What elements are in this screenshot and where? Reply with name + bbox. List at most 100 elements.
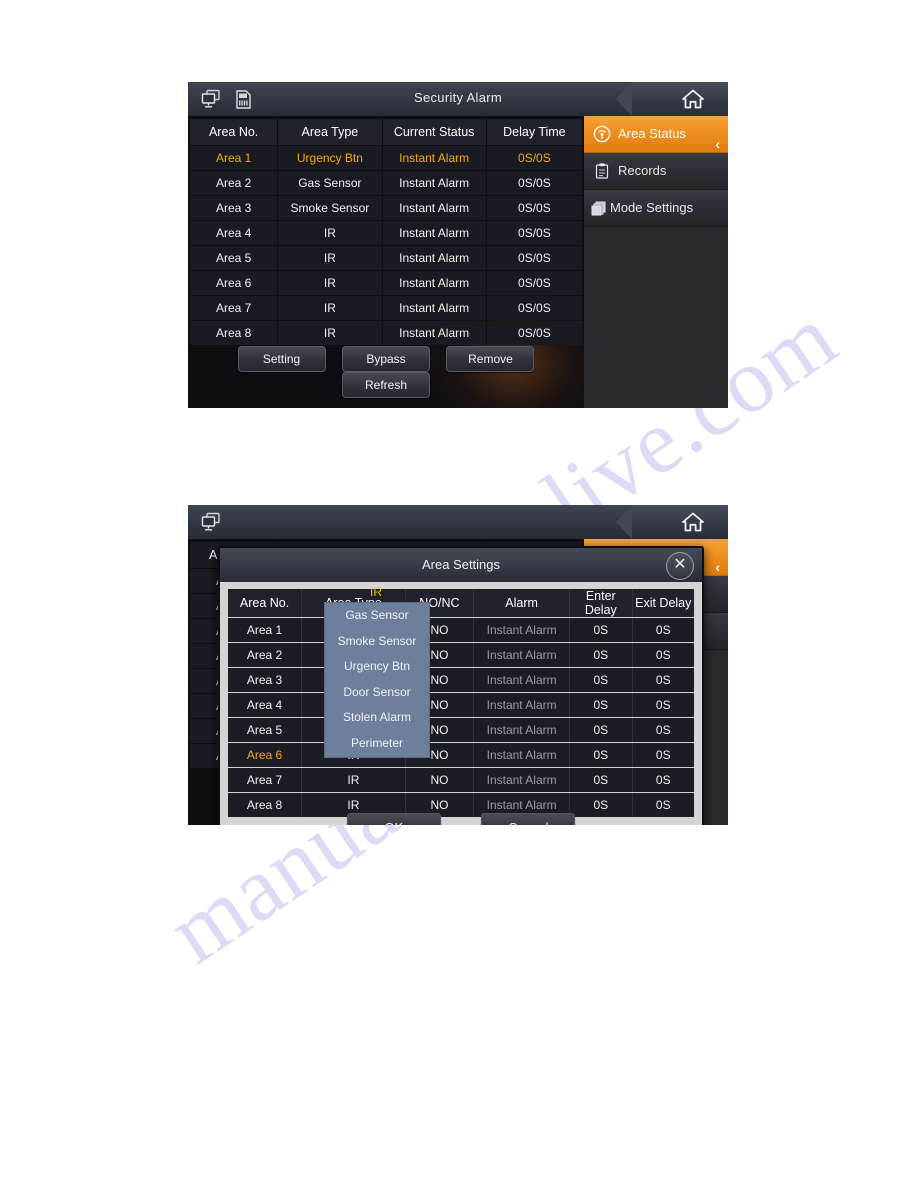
monitor-icon[interactable] <box>200 511 222 533</box>
area-settings-dialog: Area Settings ✕ Area No. Area Type NO/NC… <box>218 546 704 825</box>
cell-area-type: Gas Sensor <box>278 171 383 195</box>
table-row[interactable]: Area 1 IR NO Instant Alarm 0S 0S <box>228 618 694 642</box>
table-row[interactable]: Area 6 IR NO Instant Alarm 0S 0S <box>228 743 694 767</box>
cell-alarm[interactable]: Instant Alarm <box>474 718 571 742</box>
cancel-button[interactable]: Cancel <box>481 813 576 825</box>
cell-alarm[interactable]: Instant Alarm <box>474 643 571 667</box>
sidebar-item-records[interactable]: Records <box>584 153 728 190</box>
area-type-dropdown-value[interactable]: IR <box>324 582 428 602</box>
cell-enter-delay[interactable]: 0S <box>570 718 633 742</box>
cell-delay: 0S/0S <box>486 196 582 220</box>
area-type-dropdown-list: Gas Sensor Smoke Sensor Urgency Btn Door… <box>324 602 430 758</box>
area-table-panel: Area No. Area Type Current Status Delay … <box>188 116 604 408</box>
bypass-button[interactable]: Bypass <box>342 346 430 372</box>
cell-enter-delay[interactable]: 0S <box>570 668 633 692</box>
table-row[interactable]: Area 6 IR Instant Alarm 0S/0S <box>190 271 582 295</box>
dropdown-option[interactable]: Smoke Sensor <box>325 629 429 655</box>
sidebar-item-label: Records <box>618 163 667 178</box>
cell-alarm[interactable]: Instant Alarm <box>474 693 571 717</box>
table-row[interactable]: Area 3 Smoke Sensor Instant Alarm 0S/0S <box>190 196 582 220</box>
cell-area-type: IR <box>278 221 383 245</box>
cell-enter-delay[interactable]: 0S <box>570 618 633 642</box>
header-current-status: Current Status <box>382 119 487 145</box>
cell-alarm[interactable]: Instant Alarm <box>474 618 571 642</box>
cell-exit-delay[interactable]: 0S <box>632 743 694 767</box>
table-row[interactable]: Area 4 IR Instant Alarm 0S/0S <box>190 221 582 245</box>
cell-exit-delay[interactable]: 0S <box>632 618 694 642</box>
cell-area-no: Area 7 <box>190 296 279 320</box>
cell-area-no: Area 4 <box>228 693 303 717</box>
cell-status: Instant Alarm <box>382 171 487 195</box>
cell-area-no: Area 1 <box>190 146 279 170</box>
cell-enter-delay[interactable]: 0S <box>570 643 633 667</box>
sidebar: Area Status ‹ Records Mode Settings <box>584 116 728 408</box>
cell-area-no: Area 8 <box>190 321 279 345</box>
sidebar-item-label: Area Status <box>618 126 686 141</box>
cell-enter-delay[interactable]: 0S <box>570 743 633 767</box>
cell-area-type[interactable]: IR <box>302 768 406 792</box>
cell-area-no: Area 3 <box>190 196 279 220</box>
cell-enter-delay[interactable]: 0S <box>570 768 633 792</box>
cell-exit-delay[interactable]: 0S <box>632 668 694 692</box>
cell-area-no: Area 4 <box>190 221 279 245</box>
cell-area-no: Area 6 <box>190 271 279 295</box>
setting-button[interactable]: Setting <box>237 346 326 372</box>
table-row[interactable]: Area 1 Urgency Btn Instant Alarm 0S/0S <box>190 146 582 170</box>
screen-body: Area No. Area Type Current Status Delay … <box>188 116 728 408</box>
cell-exit-delay[interactable]: 0S <box>632 643 694 667</box>
cell-area-no: Area 6 <box>228 743 303 767</box>
table-row[interactable]: Area 7 IR NO Instant Alarm 0S 0S <box>228 768 694 792</box>
table-row[interactable]: Area 3 IR NO Instant Alarm 0S 0S <box>228 668 694 692</box>
table-row[interactable]: Area 7 IR Instant Alarm 0S/0S <box>190 296 582 320</box>
clipboard-icon <box>593 162 611 180</box>
dropdown-option[interactable]: Door Sensor <box>325 680 429 706</box>
cell-exit-delay[interactable]: 0S <box>632 693 694 717</box>
table-row[interactable]: Area 5 IR NO Instant Alarm 0S 0S <box>228 718 694 742</box>
header-enter-delay: Enter Delay <box>570 589 633 617</box>
header-area-no: Area No. <box>190 119 279 145</box>
area-settings-screen: Security Alarm Area No. Area Type Curren… <box>188 505 728 825</box>
cell-alarm[interactable]: Instant Alarm <box>474 768 571 792</box>
cell-alarm[interactable]: Instant Alarm <box>474 743 571 767</box>
area-settings-table: Area No. Area Type NO/NC Alarm Enter Del… <box>228 588 694 818</box>
cell-status: Instant Alarm <box>382 221 487 245</box>
home-button[interactable] <box>616 82 728 116</box>
refresh-button[interactable]: Refresh <box>342 372 430 398</box>
top-bar-2: Security Alarm <box>188 505 728 540</box>
cell-alarm[interactable]: Instant Alarm <box>474 668 571 692</box>
table-row[interactable]: Area 8 IR Instant Alarm 0S/0S <box>190 321 582 345</box>
cell-area-no: Area 2 <box>190 171 279 195</box>
dialog-button-row: OK Cancel <box>220 813 702 825</box>
cell-area-type: IR <box>278 321 383 345</box>
top-bar: Security Alarm <box>188 82 728 117</box>
dropdown-option[interactable]: Gas Sensor <box>325 603 429 629</box>
ok-button[interactable]: OK <box>346 813 441 825</box>
dropdown-option[interactable]: Perimeter <box>325 731 429 757</box>
cell-exit-delay[interactable]: 0S <box>632 768 694 792</box>
table-row[interactable]: Area 2 IR NO Instant Alarm 0S 0S <box>228 643 694 667</box>
home-button-2[interactable] <box>616 505 728 539</box>
cell-area-no: Area 5 <box>190 246 279 270</box>
table-row[interactable]: Area 5 IR Instant Alarm 0S/0S <box>190 246 582 270</box>
table-row[interactable]: Area 2 Gas Sensor Instant Alarm 0S/0S <box>190 171 582 195</box>
cell-enter-delay[interactable]: 0S <box>570 693 633 717</box>
cell-delay: 0S/0S <box>486 271 582 295</box>
cell-area-type: Smoke Sensor <box>278 196 383 220</box>
table-row[interactable]: Area 4 IR NO Instant Alarm 0S 0S <box>228 693 694 717</box>
dropdown-option[interactable]: Stolen Alarm <box>325 705 429 731</box>
cell-status: Instant Alarm <box>382 271 487 295</box>
security-alarm-screen: Security Alarm Area No. Area Type Curren… <box>188 82 728 408</box>
cell-status: Instant Alarm <box>382 321 487 345</box>
cell-status: Instant Alarm <box>382 146 487 170</box>
home-icon <box>680 511 706 533</box>
remove-button[interactable]: Remove <box>446 346 535 372</box>
table-header-row: Area No. Area Type Current Status Delay … <box>190 119 582 145</box>
cell-delay: 0S/0S <box>486 221 582 245</box>
header-exit-delay: Exit Delay <box>632 589 694 617</box>
close-icon[interactable]: ✕ <box>666 552 694 580</box>
sidebar-item-mode-settings[interactable]: Mode Settings <box>584 190 728 227</box>
dropdown-option[interactable]: Urgency Btn <box>325 654 429 680</box>
cell-no-nc[interactable]: NO <box>405 768 475 792</box>
sidebar-item-area-status[interactable]: Area Status ‹ <box>584 116 728 153</box>
cell-exit-delay[interactable]: 0S <box>632 718 694 742</box>
